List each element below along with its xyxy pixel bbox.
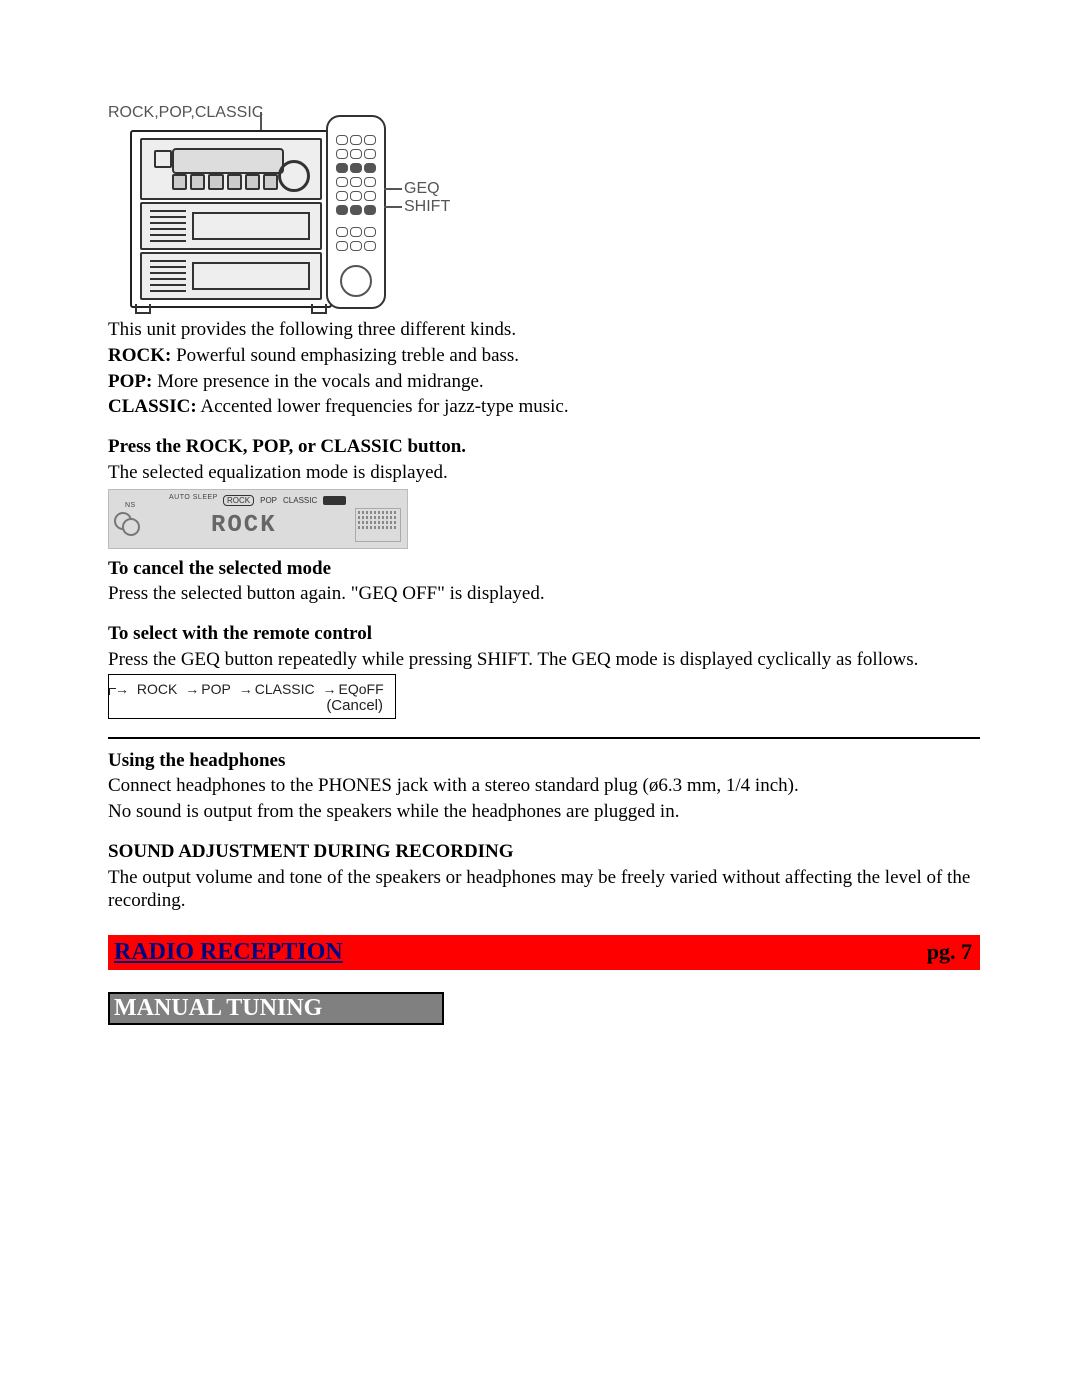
remote-control-illustration xyxy=(326,115,386,309)
divider xyxy=(108,737,980,739)
cancel-heading: To cancel the selected mode xyxy=(108,557,980,581)
classic-desc: CLASSIC: Accented lower frequencies for … xyxy=(108,395,980,419)
chapter-heading-box: RADIO RECEPTION pg. 7 xyxy=(108,935,980,970)
arrow-right-icon: → xyxy=(115,681,129,697)
arrow-right-icon: → xyxy=(239,681,253,697)
press-heading: Press the ROCK, POP, or CLASSIC button. xyxy=(108,435,980,459)
arrow-right-icon: → xyxy=(185,681,199,697)
subsection-title: MANUAL TUNING xyxy=(114,995,322,1021)
eq-display-illustration: NS AUTO SLEEP ROCK POP CLASSIC XX ROCK xyxy=(108,489,408,549)
remote-select-heading: To select with the remote control xyxy=(108,622,980,646)
chapter-page: pg. 7 xyxy=(923,937,978,968)
sound-adj-heading: SOUND ADJUSTMENT DURING RECORDING xyxy=(108,840,980,864)
subsection-heading-box: MANUAL TUNING xyxy=(108,992,444,1025)
press-text: The selected equalization mode is displa… xyxy=(108,461,980,485)
shift-label: SHIFT xyxy=(404,198,450,216)
cancel-text: Press the selected button again. "GEQ OF… xyxy=(108,582,980,606)
stereo-remote-diagram: ROCK,POP,CLASSIC GEQ SHIFT xyxy=(108,110,441,306)
chapter-title: RADIO RECEPTION xyxy=(110,937,349,968)
rock-pop-classic-label: ROCK,POP,CLASSIC xyxy=(108,104,263,122)
geq-label: GEQ xyxy=(404,180,440,198)
intro-text: This unit provides the following three d… xyxy=(108,318,980,342)
arrow-right-icon: → xyxy=(323,681,337,697)
pop-desc: POP: More presence in the vocals and mid… xyxy=(108,370,980,394)
headphones-heading: Using the headphones xyxy=(108,749,980,773)
stereo-unit-illustration xyxy=(130,130,332,308)
geq-cycle-diagram: → ROCK →POP →CLASSIC →EQoFF (Cancel) xyxy=(108,674,396,719)
remote-select-text: Press the GEQ button repeatedly while pr… xyxy=(108,648,980,672)
headphones-line1: Connect headphones to the PHONES jack wi… xyxy=(108,774,980,798)
cd-icon xyxy=(115,512,137,534)
headphones-line2: No sound is output from the speakers whi… xyxy=(108,800,980,824)
sound-adj-text: The output volume and tone of the speake… xyxy=(108,866,980,914)
rock-desc: ROCK: Powerful sound emphasizing treble … xyxy=(108,344,980,368)
